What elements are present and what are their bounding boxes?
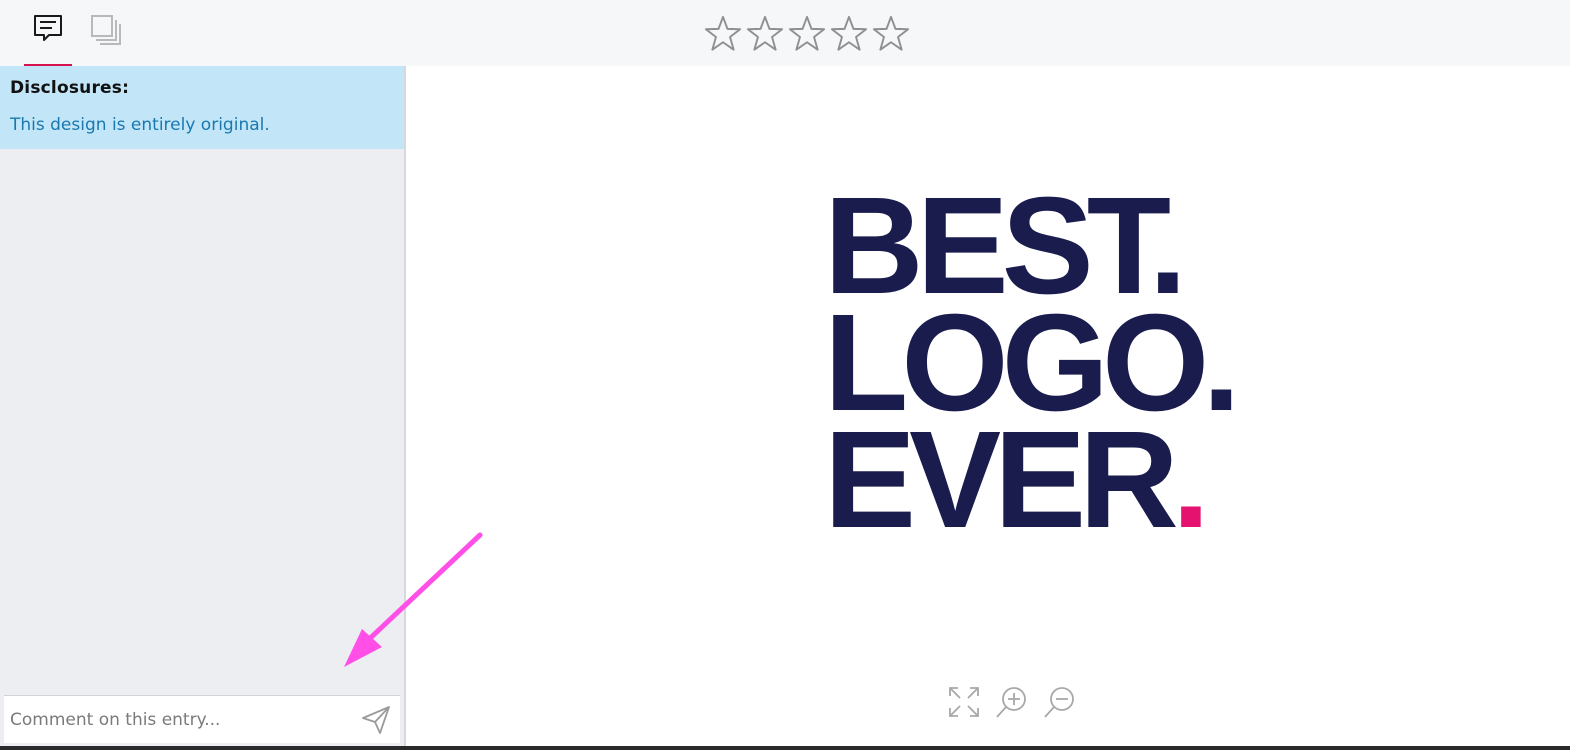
star-outline-icon[interactable]	[704, 14, 742, 54]
star-outline-icon[interactable]	[746, 14, 784, 54]
viewer-controls	[946, 684, 1078, 720]
disclosure-panel: Disclosures: This design is entirely ori…	[0, 66, 404, 149]
logo-accent-dot: .	[1171, 403, 1210, 557]
comments-sidebar: Disclosures: This design is entirely ori…	[0, 66, 406, 750]
zoom-out-icon[interactable]	[1042, 684, 1078, 720]
disclosure-text: This design is entirely original.	[10, 115, 270, 135]
star-outline-icon[interactable]	[788, 14, 826, 54]
tab-comments[interactable]	[24, 14, 72, 66]
comment-box	[4, 695, 400, 743]
star-rating	[704, 14, 910, 56]
tab-gallery[interactable]	[82, 14, 130, 66]
window-bottom-edge	[0, 746, 1570, 750]
entry-viewer: BEST. LOGO. EVER.	[406, 66, 1570, 750]
star-outline-icon[interactable]	[872, 14, 910, 54]
disclosure-title: Disclosures:	[10, 78, 130, 98]
logo-line-3: EVER.	[824, 411, 1224, 549]
comment-input[interactable]	[10, 704, 340, 736]
star-outline-icon[interactable]	[830, 14, 868, 54]
layers-icon	[91, 15, 121, 45]
zoom-in-icon[interactable]	[994, 684, 1030, 720]
send-icon[interactable]	[360, 704, 392, 736]
entry-logo-image: BEST. LOGO. EVER.	[824, 177, 1241, 549]
comment-icon	[34, 15, 62, 41]
fullscreen-icon[interactable]	[946, 684, 982, 720]
top-toolbar	[0, 0, 1570, 66]
logo-line-3-text: EVER	[824, 403, 1179, 557]
